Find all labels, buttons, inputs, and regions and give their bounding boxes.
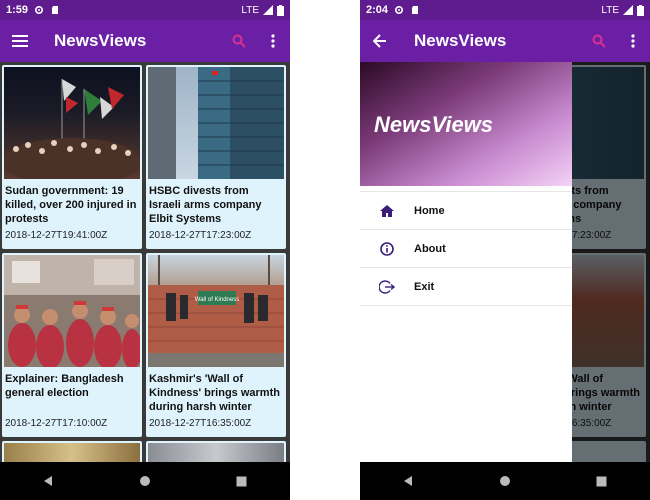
news-card[interactable] [2,441,142,462]
battery-icon [277,4,284,16]
drawer-item-label: Exit [414,280,435,293]
drawer-item-home[interactable]: Home [360,192,572,230]
news-date: 2018-12-27T19:41:00Z [5,230,108,241]
sd-card-icon [412,6,419,14]
home-circle-icon [139,476,150,486]
home-circle-icon [499,476,510,486]
news-date: 2018-12-27T17:23:00Z [149,230,252,241]
news-date: 2018-12-27T16:35:00Z [149,418,252,429]
news-headline: Sudan government: 19 killed, over 200 in… [5,185,137,225]
status-time: 2:04 [366,4,389,16]
hamburger-icon [12,35,28,47]
settings-icon [35,5,44,15]
wall-sign-text: Wall of Kindness [195,297,239,303]
app-bar: NewsViews [360,20,650,62]
app-bar: NewsViews [0,20,290,62]
back-arrow-button[interactable] [360,20,400,62]
status-bar: 1:59 LTE [0,0,290,20]
news-thumbnail [4,255,140,367]
news-thumbnail [4,67,140,179]
status-time: 1:59 [6,4,29,16]
drawer-item-exit[interactable]: Exit [360,268,572,306]
news-headline: Explainer: Bangladesh general election [5,373,124,399]
phone-screen-feed: 1:59 LTE NewsViews Sudan government: 19 … [0,0,290,500]
overflow-menu-button[interactable] [256,20,290,62]
system-nav-bar [0,462,290,500]
overflow-menu-button[interactable] [616,20,650,62]
news-headline: Kashmir's 'Wall of Kindness' brings warm… [149,373,280,413]
network-type: LTE [241,4,259,16]
news-card[interactable]: Wall of Kindness Kashmir's 'Wall of Kind… [146,253,286,437]
app-title: NewsViews [54,31,147,50]
news-thumbnail [148,443,284,462]
more-vert-icon [631,34,635,48]
drawer-header: NewsViews [360,62,572,186]
sd-card-icon [52,6,59,14]
drawer-item-about[interactable]: About [360,230,572,268]
back-button[interactable] [33,466,63,496]
drawer-item-label: About [414,242,446,255]
back-triangle-icon [404,476,413,486]
home-button[interactable] [130,466,160,496]
menu-button[interactable] [0,20,40,62]
wall-of-kindness-photo: Wall of Kindness [148,255,284,367]
settings-icon [395,5,404,15]
arrow-back-icon [373,34,386,48]
status-bar: 2:04 LTE [360,0,650,20]
news-card[interactable] [146,441,286,462]
network-type: LTE [601,4,619,16]
news-card[interactable]: HSBC divests from Israeli arms company E… [146,65,286,249]
back-triangle-icon [44,476,53,486]
more-vert-icon [271,34,275,48]
search-button[interactable] [582,20,616,62]
news-card[interactable]: Explainer: Bangladesh general election 2… [2,253,142,437]
phone-screen-drawer: 2:04 LTE NewsViews HSBC divests from Isr… [360,0,650,500]
news-thumbnail [148,67,284,179]
recents-square-icon [596,476,607,486]
system-nav-bar [360,462,650,500]
news-card[interactable]: Sudan government: 19 killed, over 200 in… [2,65,142,249]
search-button[interactable] [222,20,256,62]
news-thumbnail [4,443,140,462]
app-title: NewsViews [414,31,507,50]
home-icon [360,204,414,217]
news-thumbnail: Wall of Kindness [148,255,284,367]
recents-square-icon [236,476,247,486]
battery-icon [637,4,644,16]
news-feed[interactable]: Sudan government: 19 killed, over 200 in… [0,62,290,462]
back-button[interactable] [393,466,423,496]
home-button[interactable] [490,466,520,496]
drawer-title: NewsViews [374,112,494,137]
news-headline: HSBC divests from Israeli arms company E… [149,185,262,225]
search-icon [592,34,606,48]
signal-icon [623,5,633,15]
drawer-item-label: Home [414,204,445,217]
exit-icon [360,279,414,294]
signal-icon [263,5,273,15]
recents-button[interactable] [227,466,257,496]
rally-photo [4,255,140,367]
info-icon [360,241,414,256]
office-building-photo [148,67,284,179]
navigation-drawer: NewsViews Home About Exit [360,62,572,462]
news-date: 2018-12-27T17:10:00Z [5,418,108,429]
recents-button[interactable] [587,466,617,496]
search-icon [232,34,246,48]
protest-photo [4,79,140,179]
